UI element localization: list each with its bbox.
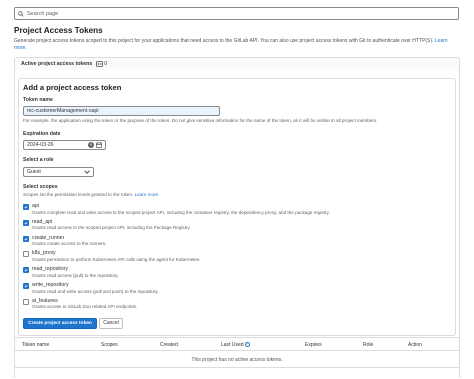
chevron-down-icon (84, 170, 90, 174)
question-icon[interactable]: ? (244, 341, 250, 347)
col-last-used-label: Last Used (221, 341, 244, 348)
scope-name: create_runner (32, 234, 65, 241)
active-tokens-header: Active project access tokens 0 (14, 57, 460, 70)
cancel-button[interactable]: Cancel (99, 318, 123, 329)
scopes-learn-more-link[interactable]: Learn more. (135, 192, 160, 197)
scope-name: read_api (32, 218, 53, 225)
expiration-date-input[interactable]: 2024-03-26 × (23, 140, 106, 150)
token-name-input[interactable]: mc-customerManagement-sapi (23, 106, 220, 116)
page-description: Generate project access tokens scoped to… (14, 38, 460, 52)
col-scopes: Scopes (101, 341, 118, 348)
token-name-label: Token name (23, 97, 53, 103)
scope-description: Grants read access to the scoped project… (32, 225, 191, 231)
scope-name: api (32, 203, 39, 209)
search-input[interactable] (27, 10, 447, 17)
scope-checkbox[interactable] (23, 298, 29, 305)
scope-name: k8s_proxy (32, 250, 56, 257)
scope-checkbox[interactable] (23, 235, 29, 242)
scope-description: Grants read and write access (pull and p… (32, 288, 159, 294)
col-expires: Expires (305, 341, 322, 348)
scope-description: Grants create access to the runners. (32, 241, 107, 247)
scopes-help-text: Scopes set the permission levels granted… (23, 192, 134, 197)
create-token-button[interactable]: Create project access token (23, 318, 97, 329)
tokens-table-header: Token name Scopes Created Last Used? Exp… (15, 337, 459, 351)
search-icon (18, 10, 24, 17)
expiration-date-label: Expiration date (23, 131, 61, 137)
calendar-icon[interactable] (96, 142, 102, 148)
check-icon (24, 284, 28, 288)
role-label: Select a role (23, 157, 54, 163)
page-title: Project Access Tokens (14, 26, 103, 35)
check-icon (24, 237, 28, 241)
scope-name: ai_features (32, 297, 58, 304)
col-role: Role (363, 341, 374, 348)
role-select[interactable]: Guest (23, 167, 94, 177)
scope-checkbox[interactable] (23, 251, 29, 258)
scope-checkbox[interactable] (23, 267, 29, 274)
expiration-date-value: 2024-03-26 (27, 142, 54, 148)
scope-checkbox[interactable] (23, 204, 29, 210)
empty-state-text: This project has no active access tokens… (191, 357, 283, 363)
role-select-value: Guest (27, 169, 41, 175)
add-token-form (18, 78, 456, 336)
token-name-help: For example, the application using the t… (23, 118, 378, 123)
col-token-name: Token name (22, 341, 50, 348)
col-created: Created (160, 341, 178, 348)
tokens-table-empty-row: This project has no active access tokens… (15, 351, 459, 368)
check-icon (24, 205, 28, 209)
check-icon (24, 221, 28, 225)
scope-description: Grants access to GitLab Duo related API … (32, 304, 138, 310)
scope-checkbox[interactable] (23, 219, 29, 226)
scopes-label: Select scopes (23, 184, 58, 190)
active-tokens-title: Active project access tokens (21, 61, 93, 67)
scopes-help: Scopes set the permission levels granted… (23, 192, 159, 197)
scope-checkbox[interactable] (23, 283, 29, 289)
check-icon (24, 268, 28, 272)
scope-description: Grants read access (pull) to the reposit… (32, 272, 119, 278)
clear-date-icon[interactable]: × (88, 142, 94, 148)
scope-name: write_repository (32, 282, 69, 288)
col-last-used: Last Used? (221, 342, 250, 348)
scope-description: Grants permission to perform Kubernetes … (32, 256, 201, 262)
col-action: Action (408, 341, 422, 348)
scope-name: read_repository (32, 266, 69, 273)
scope-description: Grants complete read and write access to… (32, 209, 330, 215)
form-heading: Add a project access token (23, 83, 122, 92)
search-bar[interactable] (14, 7, 459, 20)
page-description-text: Generate project access tokens scoped to… (14, 38, 434, 44)
token-icon (96, 61, 104, 67)
active-tokens-count: 0 (104, 61, 108, 67)
